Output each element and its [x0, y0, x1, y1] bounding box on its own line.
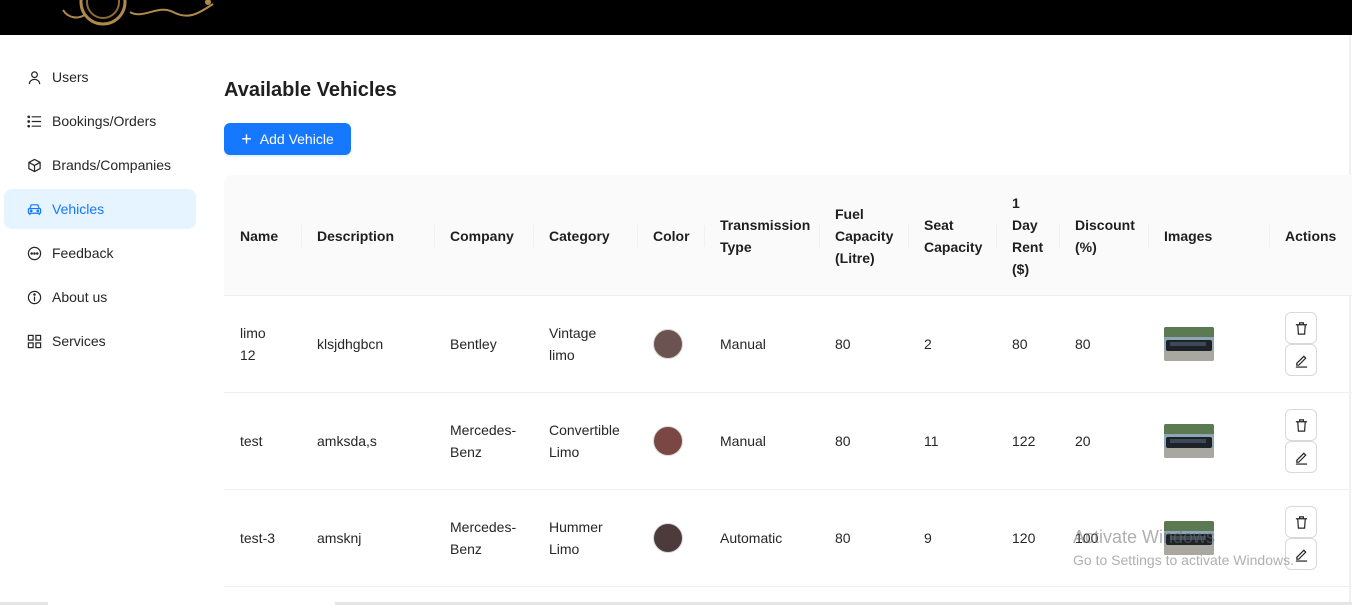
trash-icon — [1295, 321, 1307, 335]
sidebar-item-brands[interactable]: Brands/Companies — [4, 145, 196, 185]
cell-name: limo 12 — [240, 325, 266, 363]
column-header-transmission[interactable]: Transmission Type — [704, 175, 819, 296]
car-icon — [26, 201, 42, 217]
cell-discount: 20 — [1075, 433, 1091, 449]
cell-transmission: Manual — [720, 433, 766, 449]
column-header-color[interactable]: Color — [637, 175, 704, 296]
cell-rent: 80 — [1012, 336, 1028, 352]
user-icon — [26, 69, 42, 85]
cell-description: klsjdhgbcn — [317, 336, 384, 352]
cell-description: amksda,s — [317, 433, 377, 449]
table-row: test amksda,s Mercedes-Benz Convertible … — [224, 393, 1352, 490]
trash-icon — [1295, 418, 1307, 432]
info-icon — [26, 289, 42, 305]
sidebar-item-label: Feedback — [52, 245, 114, 261]
cell-color — [637, 393, 704, 489]
cell-transmission: Automatic — [720, 530, 783, 546]
cell-company: Mercedes-Benz — [450, 422, 517, 460]
column-header-actions[interactable]: Actions — [1269, 175, 1352, 296]
cell-category: Convertible Limo — [549, 422, 620, 460]
page-title: Available Vehicles — [224, 79, 397, 101]
vehicle-thumbnail[interactable] — [1164, 424, 1214, 458]
sidebar-item-vehicles[interactable]: Vehicles — [4, 189, 196, 229]
cube-icon — [26, 157, 42, 173]
cell-rent: 122 — [1012, 433, 1036, 449]
list-icon — [26, 113, 42, 129]
cell-color — [637, 296, 704, 392]
cell-images — [1148, 393, 1269, 489]
edit-button[interactable] — [1285, 344, 1317, 376]
sidebar-item-label: About us — [52, 289, 108, 305]
cell-fuel: 80 — [835, 433, 851, 449]
column-header-company[interactable]: Company — [434, 175, 533, 296]
cell-category: Hummer Limo — [549, 519, 603, 557]
activation-watermark-subtitle: Go to Settings to activate Windows. — [1073, 552, 1294, 568]
column-header-fuel[interactable]: Fuel Capacity (Litre) — [819, 175, 908, 296]
table-row: limo 12 klsjdhgbcn Bentley Vintage limo … — [224, 296, 1352, 393]
cell-images — [1148, 296, 1269, 392]
edit-icon — [1295, 548, 1307, 562]
table-header: Name Description Company Category Color … — [224, 175, 1352, 296]
plus-icon: + — [241, 129, 252, 149]
add-vehicle-label: Add Vehicle — [259, 131, 334, 147]
color-swatch — [653, 523, 683, 553]
column-header-description[interactable]: Description — [301, 175, 434, 296]
delete-button[interactable] — [1285, 409, 1317, 441]
column-header-seats[interactable]: Seat Capacity — [908, 175, 996, 296]
cell-company: Bentley — [450, 336, 497, 352]
activation-watermark-title: Activate Windows — [1073, 527, 1216, 547]
message-icon — [26, 245, 42, 261]
edit-icon — [1295, 354, 1307, 368]
column-header-rent[interactable]: 1 Day Rent ($) — [996, 175, 1059, 296]
sidebar-item-about[interactable]: About us — [4, 277, 196, 317]
cell-company: Mercedes-Benz — [450, 519, 517, 557]
cell-seats: 2 — [924, 336, 932, 352]
delete-button[interactable] — [1285, 312, 1317, 344]
top-header-bar — [0, 0, 1352, 35]
delete-button[interactable] — [1285, 506, 1317, 538]
cell-rent: 120 — [1012, 530, 1036, 546]
sidebar-item-label: Brands/Companies — [52, 157, 172, 173]
cell-category: Vintage limo — [549, 325, 597, 363]
cell-discount: 80 — [1075, 336, 1091, 352]
color-swatch — [653, 426, 683, 456]
sidebar-item-label: Bookings/Orders — [52, 113, 157, 129]
cell-seats: 11 — [924, 433, 939, 449]
sidebar-item-feedback[interactable]: Feedback — [4, 233, 196, 273]
color-swatch — [653, 329, 683, 359]
edit-icon — [1295, 451, 1307, 465]
cell-seats: 9 — [924, 530, 932, 546]
brand-logo — [62, 0, 214, 26]
cell-fuel: 80 — [835, 530, 851, 546]
column-header-category[interactable]: Category — [533, 175, 637, 296]
cell-fuel: 80 — [835, 336, 851, 352]
sidebar-item-bookings[interactable]: Bookings/Orders — [4, 101, 196, 141]
sidebar-item-services[interactable]: Services — [4, 321, 196, 361]
cell-name: test-3 — [240, 530, 276, 546]
cell-color — [637, 490, 704, 586]
sidebar-item-label: Services — [52, 333, 106, 349]
cell-name: test — [240, 433, 263, 449]
sidebar-item-label: Vehicles — [52, 201, 105, 217]
sidebar-item-users[interactable]: Users — [4, 57, 196, 97]
trash-icon — [1295, 515, 1307, 529]
cell-transmission: Manual — [720, 336, 766, 352]
vehicle-thumbnail[interactable] — [1164, 327, 1214, 361]
column-header-name[interactable]: Name — [224, 175, 301, 296]
column-header-images[interactable]: Images — [1148, 175, 1269, 296]
sidebar-item-label: Users — [52, 69, 89, 85]
add-vehicle-button[interactable]: + Add Vehicle — [224, 123, 351, 155]
sidebar-nav: Users Bookings/Orders Brands/Companies V… — [0, 35, 200, 605]
grid-icon — [26, 333, 42, 349]
edit-button[interactable] — [1285, 441, 1317, 473]
column-header-discount[interactable]: Discount (%) — [1059, 175, 1148, 296]
cell-description: amsknj — [317, 530, 362, 546]
